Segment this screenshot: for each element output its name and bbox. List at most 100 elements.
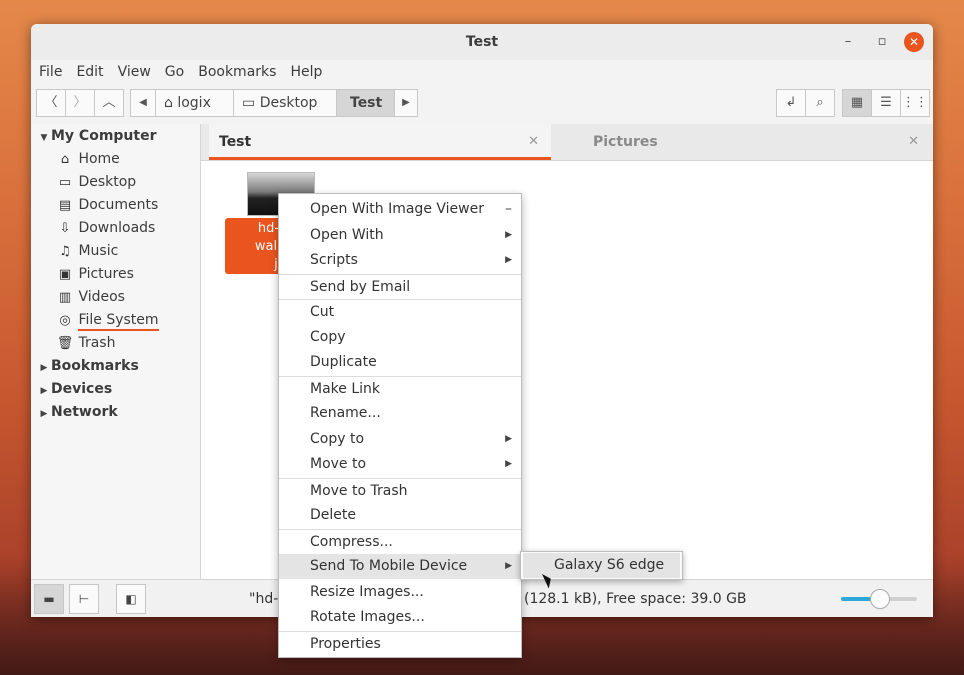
submenu-arrow-icon: ▶ bbox=[505, 255, 512, 265]
context-menu-item-label: Copy to bbox=[310, 430, 365, 447]
compact-icon: ⋮⋮ bbox=[902, 95, 928, 110]
chevron-left-icon: 〈 bbox=[44, 95, 58, 110]
context-menu-item-label: Delete bbox=[310, 507, 356, 523]
breadcrumb-desktop[interactable]: ▭ Desktop bbox=[233, 89, 337, 117]
menu-view[interactable]: View bbox=[118, 60, 158, 84]
chevron-up-icon: ︿ bbox=[102, 95, 116, 110]
sidebar-item-music[interactable]: ♫ Music bbox=[56, 240, 118, 263]
context-menu-item-label: Move to Trash bbox=[310, 482, 408, 499]
context-menu-item-open-with[interactable]: Open With ▶ bbox=[279, 223, 521, 248]
toggle-location-button[interactable]: ↲ bbox=[776, 89, 806, 117]
zoom-slider-handle[interactable] bbox=[870, 589, 890, 609]
toolbar: 〈 〉 ︿ ◀ ⌂ logix ▭ Desktop Test ▶ ↲ ⌕ ▦ ☰… bbox=[31, 84, 933, 125]
sidebar-item-documents[interactable]: ▤ Documents bbox=[56, 194, 158, 217]
breadcrumb-test[interactable]: Test bbox=[336, 89, 395, 117]
home-icon: ⌂ bbox=[164, 95, 173, 111]
sidebar-item-label: Home bbox=[78, 151, 120, 167]
sidebar-item-filesystem[interactable]: ◎ File System bbox=[56, 309, 159, 332]
context-menu-item-rename[interactable]: Rename... bbox=[279, 401, 521, 426]
sidebar-section-devices[interactable]: ▶ Devices bbox=[37, 378, 113, 401]
sidebar-item-label: Desktop bbox=[78, 174, 137, 190]
sidebar-item-label: Pictures bbox=[78, 266, 134, 282]
context-menu-item-compress[interactable]: Compress... bbox=[279, 528, 521, 554]
sidebar-section-bookmarks[interactable]: ▶ Bookmarks bbox=[37, 355, 139, 378]
context-menu-item-move-to[interactable]: Move to ▶ bbox=[279, 452, 521, 477]
forward-button[interactable]: 〉 bbox=[65, 89, 95, 117]
context-menu-item-label: Scripts bbox=[310, 252, 358, 268]
downloads-icon: ⇩ bbox=[59, 221, 71, 236]
submenu-arrow-icon: ▶ bbox=[505, 229, 512, 240]
places-button[interactable]: ▬ bbox=[34, 584, 64, 614]
search-button[interactable]: ⌕ bbox=[805, 89, 835, 117]
context-menu-item-cut[interactable]: Cut bbox=[279, 299, 521, 324]
sidebar-item-desktop[interactable]: ▭ Desktop bbox=[56, 171, 136, 194]
tab-pictures[interactable]: Pictures ✕ bbox=[551, 124, 931, 160]
up-button[interactable]: ︿ bbox=[94, 89, 124, 117]
sidebar-item-videos[interactable]: ▥ Videos bbox=[56, 286, 125, 309]
sidebar-item-downloads[interactable]: ⇩ Downloads bbox=[56, 217, 156, 240]
breadcrumb-right-button[interactable]: ▶ bbox=[394, 89, 418, 117]
context-menu-item-move-to-trash[interactable]: Move to Trash bbox=[279, 477, 521, 503]
sidebar-item-pictures[interactable]: ▣ Pictures bbox=[56, 263, 134, 286]
triangle-down-icon: ▼ bbox=[40, 133, 48, 143]
zoom-slider[interactable] bbox=[841, 589, 917, 609]
sidebar-item-home[interactable]: ⌂ Home bbox=[56, 148, 120, 171]
context-menu-item-send-to-mobile-device[interactable]: Send To Mobile Device ▶ bbox=[279, 554, 521, 579]
maximize-icon[interactable]: ▫ bbox=[872, 32, 892, 52]
sidebar-item-trash[interactable]: 🗑 Trash bbox=[56, 332, 116, 355]
menu-bookmarks[interactable]: Bookmarks bbox=[198, 60, 283, 84]
tab-test[interactable]: Test ✕ bbox=[209, 124, 551, 160]
triangle-right-icon: ▶ bbox=[402, 97, 410, 108]
desktop-icon: ▭ bbox=[58, 175, 72, 190]
context-menu-item-rotate-images[interactable]: Rotate Images... bbox=[279, 605, 521, 630]
minimize-icon[interactable]: – bbox=[838, 32, 858, 52]
sidebar-item-label: Documents bbox=[78, 197, 159, 213]
triangle-right-icon: ▶ bbox=[40, 386, 48, 396]
tree-button[interactable]: ⊢ bbox=[69, 584, 99, 614]
submenu-arrow-icon: ▶ bbox=[505, 459, 512, 469]
menu-edit[interactable]: Edit bbox=[76, 60, 110, 84]
context-menu-item-make-link[interactable]: Make Link bbox=[279, 375, 521, 401]
close-icon[interactable]: ✕ bbox=[904, 32, 924, 52]
sidebar-section-network[interactable]: ▶ Network bbox=[37, 401, 118, 424]
context-menu-item-send-by-email[interactable]: Send by Email bbox=[279, 273, 521, 299]
menu-help[interactable]: Help bbox=[290, 60, 329, 84]
list-icon: ☰ bbox=[880, 95, 892, 110]
context-menu-item-duplicate[interactable]: Duplicate bbox=[279, 350, 521, 375]
pictures-icon: ▣ bbox=[58, 267, 72, 282]
context-menu-item-label: Open With Image Viewer bbox=[310, 201, 484, 217]
status-text-right: (128.1 kB), Free space: 39.0 GB bbox=[524, 591, 747, 607]
context-menu-item-label: Resize Images... bbox=[310, 583, 424, 600]
toggle-sidebar-button[interactable]: ◧ bbox=[116, 584, 146, 614]
trash-icon: 🗑 bbox=[56, 336, 74, 351]
menu-file[interactable]: File bbox=[39, 60, 69, 84]
breadcrumb-logix[interactable]: ⌂ logix bbox=[155, 89, 234, 117]
sidebar-section-my-computer[interactable]: ▼ My Computer bbox=[37, 125, 157, 148]
location-entry-icon: ↲ bbox=[785, 95, 797, 110]
videos-icon: ▥ bbox=[58, 290, 72, 305]
context-menu-item-delete[interactable]: Delete bbox=[279, 503, 521, 528]
context-menu-item-properties[interactable]: Properties bbox=[279, 630, 521, 656]
breadcrumb-label: Test bbox=[350, 95, 383, 111]
context-menu-item-scripts[interactable]: Scripts ▶ bbox=[279, 248, 521, 273]
filesystem-icon: ◎ bbox=[59, 313, 71, 328]
section-label: Bookmarks bbox=[51, 358, 139, 374]
tree-icon: ⊢ bbox=[78, 592, 90, 606]
close-icon[interactable]: ✕ bbox=[528, 124, 539, 160]
close-icon[interactable]: ✕ bbox=[908, 124, 919, 160]
title-bar[interactable]: Test – ▫ ✕ bbox=[31, 24, 933, 60]
context-menu-item-open-with-image-viewer[interactable]: Open With Image Viewer – bbox=[279, 197, 521, 222]
context-menu-item-label: Rotate Images... bbox=[310, 609, 425, 625]
context-menu-item-copy[interactable]: Copy bbox=[279, 325, 521, 350]
menu-go[interactable]: Go bbox=[165, 60, 191, 84]
icon-view-button[interactable]: ▦ bbox=[842, 89, 872, 117]
desktop-icon: ▭ bbox=[242, 95, 256, 111]
context-menu-item-copy-to[interactable]: Copy to ▶ bbox=[279, 427, 521, 452]
music-icon: ♫ bbox=[59, 244, 71, 259]
breadcrumb-left-button[interactable]: ◀ bbox=[130, 89, 156, 117]
back-button[interactable]: 〈 bbox=[36, 89, 66, 117]
triangle-left-icon: ◀ bbox=[139, 97, 147, 108]
context-menu-item-resize-images[interactable]: Resize Images... bbox=[279, 580, 521, 605]
compact-view-button[interactable]: ⋮⋮ bbox=[900, 89, 930, 117]
list-view-button[interactable]: ☰ bbox=[871, 89, 901, 117]
